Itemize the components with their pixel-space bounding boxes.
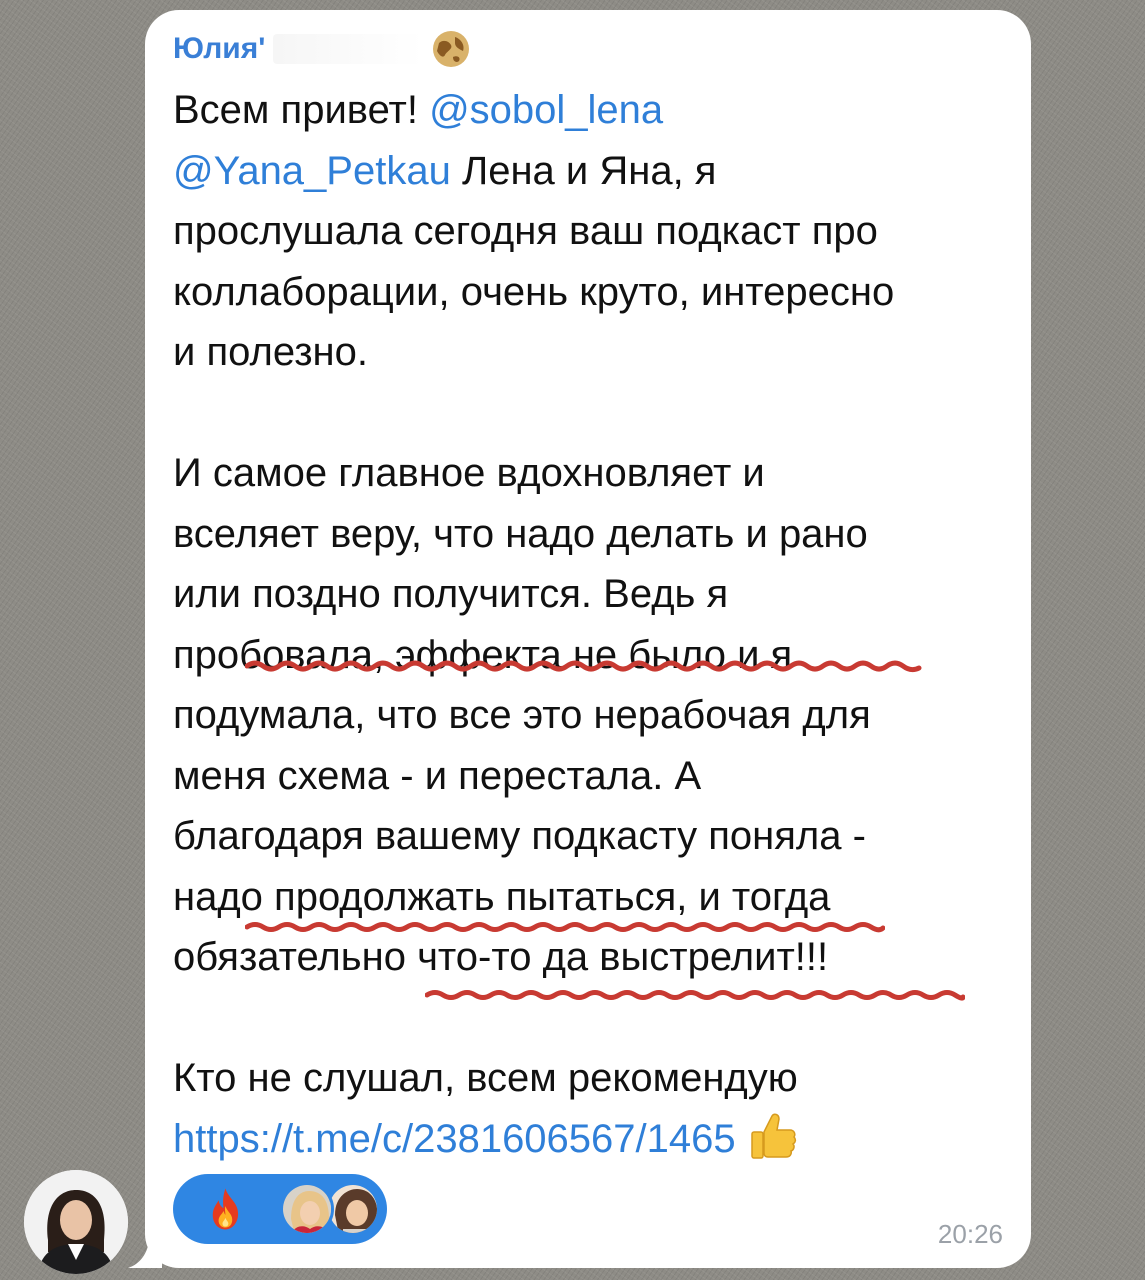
message-text-segment: Лена и Яна, я	[450, 148, 717, 193]
reactor-avatars	[279, 1180, 387, 1238]
redacted-name-block	[273, 34, 424, 64]
mention-link[interactable]: @sobol_lena	[429, 88, 663, 132]
message-text-segment: или поздно получится. Ведь я	[173, 572, 729, 616]
message-text-segment: Кто не слушал, всем рекомендую	[173, 1056, 798, 1100]
reactions-pill[interactable]	[173, 1174, 387, 1244]
message-line: коллаборации, очень круто, интересно	[173, 262, 1013, 323]
message-line: подумала, что все это нерабочая для	[173, 685, 1013, 746]
message-line: благодаря вашему подкасту поняла -	[173, 806, 1013, 867]
message-line: надо продолжать пытаться, и тогда	[173, 867, 1013, 928]
message-line: Всем привет! @sobol_lena	[173, 80, 1013, 141]
message-line: вселяет веру, что надо делать и рано	[173, 504, 1013, 565]
fire-icon	[212, 1188, 239, 1230]
message-text-segment: надо продолжать пытаться, и тогда	[173, 874, 831, 919]
message-line: меня схема - и перестала. А	[173, 746, 1013, 807]
message-line: прослушала сегодня ваш подкаст про	[173, 201, 1013, 262]
message-line	[173, 383, 1013, 444]
message-text-segment: вселяет веру, что надо делать и рано	[173, 511, 868, 556]
message-text: Всем привет! @sobol_lena @Yana_Petkau Лен…	[173, 80, 1013, 1169]
message-line: и полезно.	[173, 322, 1013, 383]
sender-name[interactable]: Юлия	[173, 32, 258, 66]
message-line: Кто не слушал, всем рекомендую	[173, 1048, 1013, 1109]
sender-name-suffix: '	[258, 32, 266, 65]
message-text-segment: обязательно что-то да выстрелит!!!	[173, 935, 829, 979]
message-text-segment: прослушала сегодня ваш подкаст про	[173, 209, 878, 253]
reactor-avatar-1	[279, 1182, 334, 1236]
message-bubble[interactable]: Юлия ' Всем привет! @sobol_lena @Yana_Pet…	[145, 10, 1031, 1268]
message-line: или поздно получится. Ведь я	[173, 564, 1013, 625]
mention-link[interactable]: @Yana_Petkau	[173, 149, 451, 193]
sender-row: Юлия '	[173, 28, 471, 70]
underline-mark-3	[425, 990, 965, 1001]
message-line: пробовала, эффекта не было и я	[173, 625, 1013, 686]
globe-emoji-icon	[433, 31, 470, 67]
message-time: 20:26	[937, 1219, 1003, 1249]
message-text-segment: и полезно.	[173, 330, 368, 374]
message-text-segment: меня схема - и перестала. А	[173, 753, 702, 798]
message-text-segment: Всем привет!	[173, 88, 430, 132]
sender-avatar[interactable]	[24, 1170, 128, 1274]
message-text-segment: коллаборации, очень круто, интересно	[173, 269, 895, 314]
message-text-segment: подумала, что все это нерабочая для	[173, 693, 871, 737]
reactor-avatar-2	[325, 1182, 380, 1236]
message-line: https://t.me/c/2381606567/1465	[173, 1109, 1013, 1170]
message-text-segment: И самое главное вдохновляет и	[173, 451, 765, 495]
message-text-segment: благодаря вашему подкасту поняла -	[173, 814, 866, 858]
thumbs-up-icon	[750, 1113, 796, 1159]
message-link[interactable]: https://t.me/c/2381606567/1465	[173, 1117, 736, 1161]
message-line: И самое главное вдохновляет и	[173, 443, 1013, 504]
underline-mark-1	[245, 660, 922, 673]
message-line: @Yana_Petkau Лена и Яна, я	[173, 141, 1013, 202]
underline-mark-2	[245, 922, 885, 933]
